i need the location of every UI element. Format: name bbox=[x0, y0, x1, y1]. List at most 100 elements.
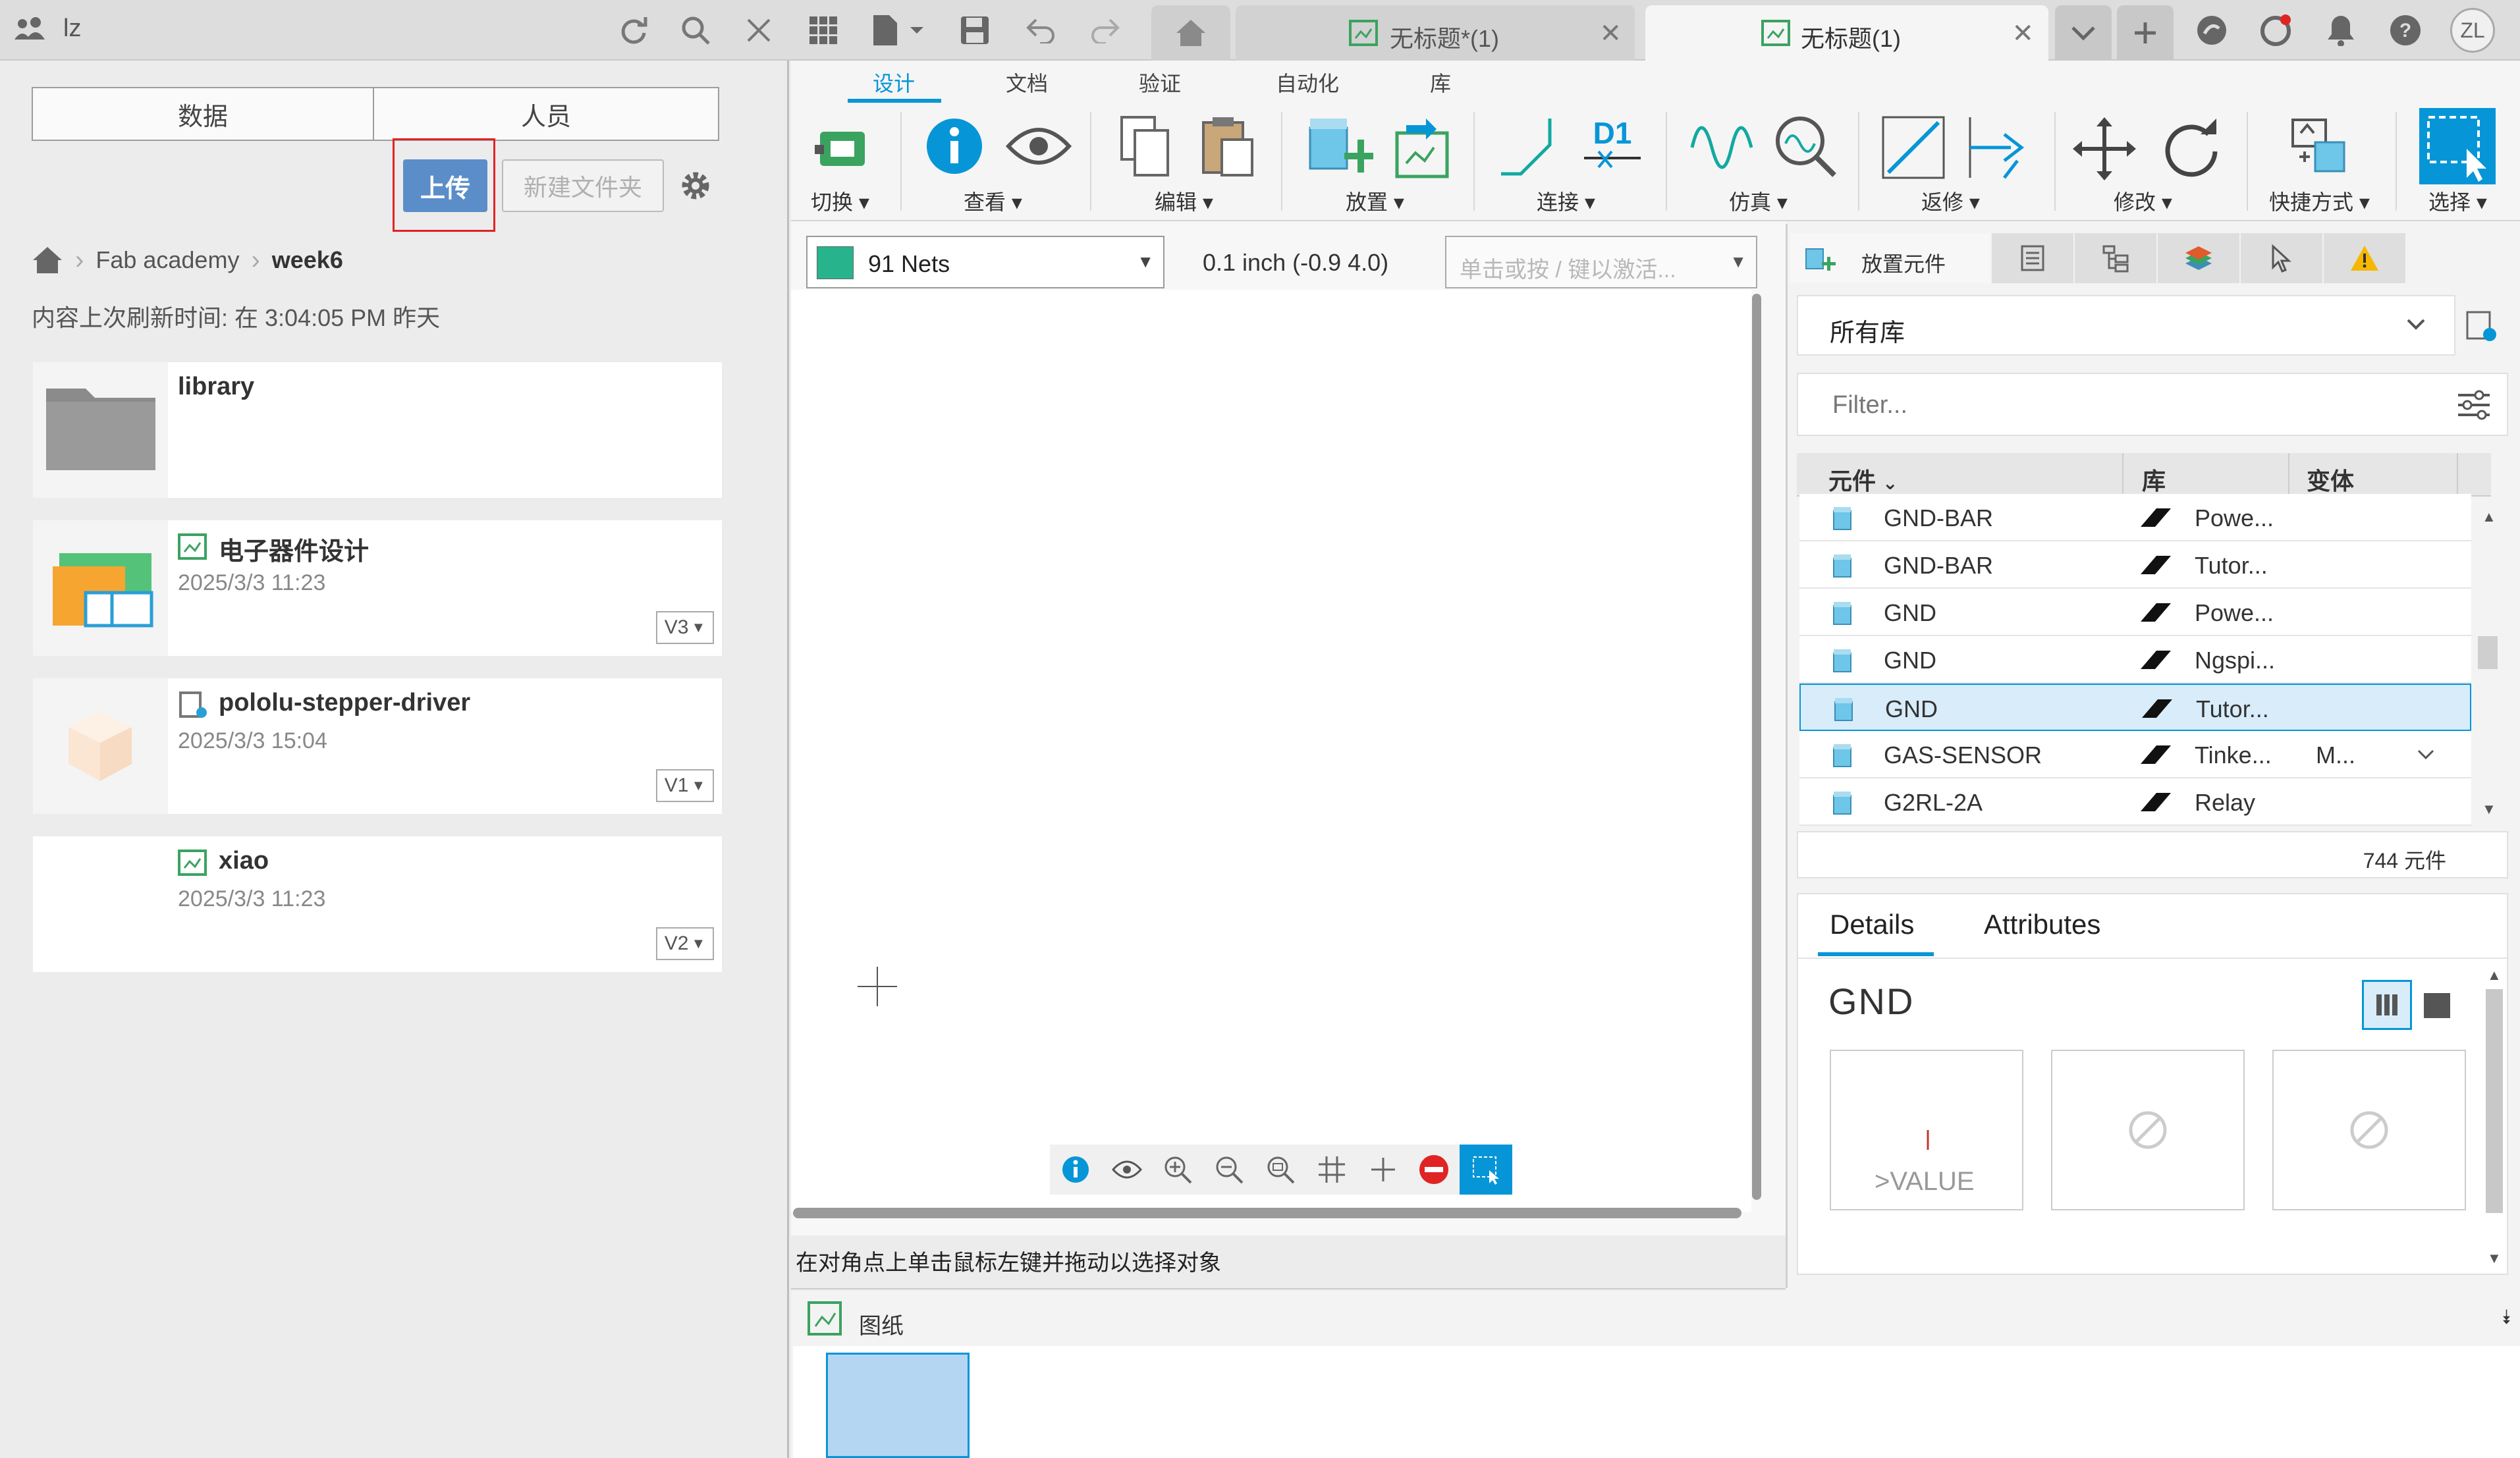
net-label-icon[interactable]: D1 bbox=[1583, 115, 1642, 180]
paste-icon[interactable] bbox=[1198, 113, 1257, 179]
list-item-pololu[interactable]: pololu-stepper-driver 2025/3/3 15:04 V1 ▼ bbox=[33, 678, 722, 814]
details-scrollbar[interactable]: ▲ ▼ bbox=[2480, 960, 2507, 1270]
tab-people[interactable]: 人员 bbox=[373, 87, 719, 141]
table-row[interactable]: GND Ngspi... bbox=[1799, 636, 2471, 684]
switch-icon[interactable] bbox=[811, 119, 874, 174]
panel-tab-place-parts[interactable]: 放置元件 bbox=[1790, 233, 1990, 283]
chevron-down-icon[interactable] bbox=[2416, 748, 2436, 761]
scroll-thumb[interactable] bbox=[2478, 636, 2498, 669]
footprint-preview[interactable] bbox=[2051, 1050, 2245, 1210]
grid-icon[interactable] bbox=[1306, 1145, 1357, 1195]
ribbon-tab-document[interactable]: 文档 bbox=[1006, 67, 1048, 97]
group-connect[interactable]: 连接 ▾ bbox=[1537, 186, 1595, 216]
column-header-part[interactable]: 元件 ⌄ bbox=[1828, 462, 1898, 497]
group-place[interactable]: 放置 ▾ bbox=[1346, 186, 1404, 216]
single-view-icon[interactable] bbox=[2424, 993, 2450, 1018]
tab-untitled-active[interactable]: 无标题(1) ✕ bbox=[1645, 5, 2048, 61]
table-row[interactable]: G2RL-2A Relay bbox=[1799, 778, 2471, 826]
ribbon-tab-validate[interactable]: 验证 bbox=[1139, 67, 1181, 97]
avatar[interactable]: ZL bbox=[2450, 8, 2495, 53]
stop-icon[interactable] bbox=[1408, 1145, 1460, 1195]
version-dropdown[interactable]: V3 ▼ bbox=[656, 611, 714, 644]
tabs-overflow-button[interactable] bbox=[2055, 5, 2112, 61]
ribbon-tab-automation[interactable]: 自动化 bbox=[1276, 67, 1339, 97]
list-item-xiao[interactable]: xiao 2025/3/3 11:23 V2 ▼ bbox=[33, 836, 722, 972]
file-menu-icon[interactable] bbox=[869, 9, 929, 51]
shortcut-icon[interactable] bbox=[2286, 113, 2355, 182]
tab-attributes[interactable]: Attributes bbox=[1984, 909, 2100, 940]
canvas-horizontal-scrollbar[interactable] bbox=[793, 1208, 1741, 1218]
close-tab-icon[interactable]: ✕ bbox=[1599, 18, 1622, 49]
group-select[interactable]: 选择 ▾ bbox=[2428, 186, 2487, 216]
apps-grid-icon[interactable] bbox=[802, 9, 844, 51]
net-select[interactable]: 91 Nets ▼ bbox=[806, 236, 1164, 288]
tab-untitled-modified[interactable]: 无标题*(1) ✕ bbox=[1236, 5, 1635, 61]
group-rework[interactable]: 返修 ▾ bbox=[1921, 186, 1980, 216]
home-icon[interactable] bbox=[32, 246, 63, 275]
group-simulate[interactable]: 仿真 ▾ bbox=[1729, 186, 1788, 216]
new-tab-button[interactable] bbox=[2117, 5, 2174, 61]
new-folder-button[interactable]: 新建文件夹 bbox=[502, 159, 664, 212]
select-icon[interactable] bbox=[2419, 108, 2496, 184]
panel-tab-tree[interactable] bbox=[2075, 233, 2156, 283]
table-row[interactable]: GND Powe... bbox=[1799, 589, 2471, 636]
sheet-thumbnail[interactable] bbox=[826, 1353, 970, 1458]
column-header-variant[interactable]: 变体 bbox=[2307, 462, 2354, 497]
part-variant[interactable]: M... bbox=[2316, 742, 2355, 769]
table-row-selected[interactable]: GND Tutor... bbox=[1799, 684, 2471, 731]
panel-tab-selection[interactable] bbox=[2241, 233, 2322, 283]
library-manager-icon[interactable] bbox=[2463, 308, 2498, 342]
notifications-icon[interactable] bbox=[2320, 9, 2362, 51]
zoom-fit-icon[interactable] bbox=[1255, 1145, 1306, 1195]
canvas-vertical-scrollbar[interactable] bbox=[1752, 294, 1761, 1200]
close-panel-icon[interactable] bbox=[738, 9, 780, 51]
group-modify[interactable]: 修改 ▾ bbox=[2114, 186, 2172, 216]
redo-icon[interactable] bbox=[1084, 9, 1126, 51]
waveform-icon[interactable] bbox=[1688, 116, 1754, 179]
version-dropdown[interactable]: V2 ▼ bbox=[656, 927, 714, 960]
move-icon[interactable] bbox=[2070, 115, 2139, 183]
scroll-up-icon[interactable]: ▲ bbox=[2487, 967, 2502, 984]
rework-arrow-icon[interactable] bbox=[1965, 115, 2031, 180]
account-name[interactable]: lz bbox=[63, 14, 81, 43]
eye-icon[interactable] bbox=[1006, 126, 1072, 166]
group-shortcuts[interactable]: 快捷方式 ▾ bbox=[2269, 186, 2370, 216]
filter-settings-icon[interactable] bbox=[2455, 389, 2492, 421]
tab-data[interactable]: 数据 bbox=[32, 87, 374, 141]
panel-tab-layers[interactable] bbox=[2158, 233, 2239, 283]
team-icon[interactable] bbox=[13, 14, 46, 45]
version-dropdown[interactable]: V1 ▼ bbox=[656, 769, 714, 802]
filter-field[interactable]: Filter... bbox=[1797, 373, 2508, 436]
panel-tab-warnings[interactable] bbox=[2324, 233, 2405, 283]
info-icon[interactable] bbox=[1050, 1145, 1101, 1195]
ribbon-tab-library[interactable]: 库 bbox=[1430, 67, 1451, 97]
list-item-library[interactable]: library bbox=[33, 362, 722, 498]
ribbon-tab-design[interactable]: 设计 bbox=[873, 67, 915, 97]
table-row[interactable]: GND-BAR Tutor... bbox=[1799, 541, 2471, 589]
place-block-icon[interactable] bbox=[1386, 113, 1455, 182]
symbol-preview[interactable]: >VALUE bbox=[1830, 1050, 2023, 1210]
table-row[interactable]: GAS-SENSOR Tinke... M... bbox=[1799, 731, 2471, 778]
extensions-icon[interactable] bbox=[2191, 9, 2233, 51]
scroll-down-icon[interactable]: ▼ bbox=[2487, 1250, 2502, 1267]
probe-icon[interactable] bbox=[1771, 113, 1840, 182]
parts-scrollbar[interactable]: ▲ ▼ bbox=[2473, 498, 2503, 827]
command-input[interactable]: 单击或按 / 键以激活... ▼ bbox=[1445, 236, 1757, 288]
place-part-icon[interactable] bbox=[1305, 113, 1373, 182]
rework-line-icon[interactable] bbox=[1880, 115, 1946, 180]
collapse-icon[interactable]: ⯯ bbox=[2500, 1307, 2512, 1329]
rotate-icon[interactable] bbox=[2157, 115, 2226, 183]
scroll-up-icon[interactable]: ▲ bbox=[2482, 508, 2496, 526]
zoom-in-icon[interactable] bbox=[1153, 1145, 1204, 1195]
crosshair-icon[interactable] bbox=[1357, 1145, 1409, 1195]
home-tab[interactable] bbox=[1151, 5, 1230, 61]
table-row[interactable]: GND-BAR Powe... bbox=[1799, 494, 2471, 541]
filter-input[interactable]: Filter... bbox=[1832, 391, 1907, 419]
library-select[interactable]: 所有库 bbox=[1797, 295, 2455, 356]
group-view[interactable]: 查看 ▾ bbox=[964, 186, 1022, 216]
model-preview[interactable] bbox=[2272, 1050, 2466, 1210]
eye-icon[interactable] bbox=[1101, 1145, 1153, 1195]
job-status-icon[interactable] bbox=[2255, 9, 2297, 51]
copy-icon[interactable] bbox=[1116, 113, 1176, 179]
tab-details[interactable]: Details bbox=[1830, 909, 1914, 940]
